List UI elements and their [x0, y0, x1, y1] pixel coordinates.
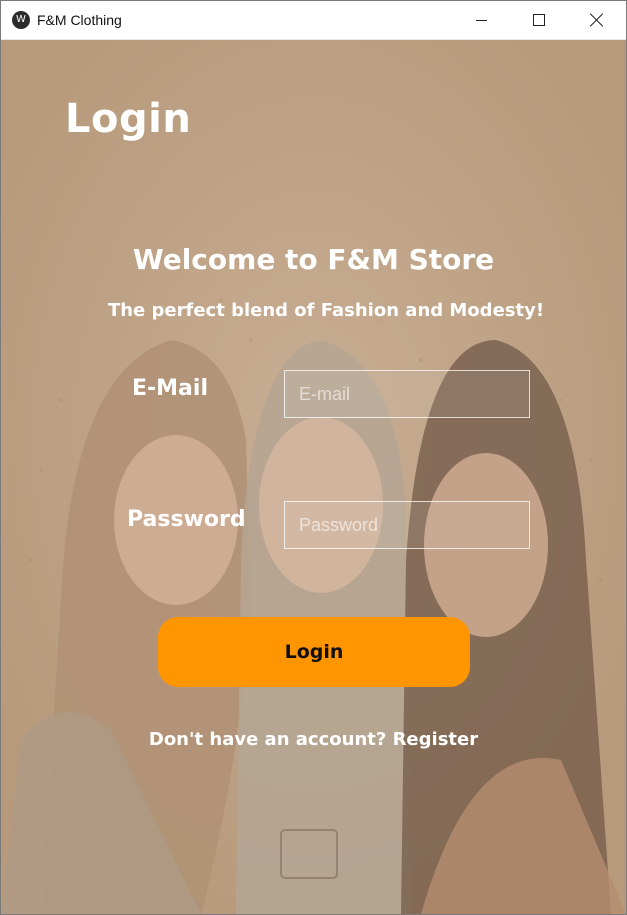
minimize-button[interactable]	[452, 1, 510, 39]
login-button[interactable]: Login	[158, 617, 470, 687]
window-controls	[452, 1, 626, 39]
window-title: F&M Clothing	[37, 12, 122, 28]
password-input[interactable]	[284, 501, 530, 549]
tagline: The perfect blend of Fashion and Modesty…	[107, 300, 545, 321]
app-logo-icon: W	[12, 11, 30, 29]
register-link[interactable]: Don't have an account? Register	[1, 729, 626, 750]
minimize-icon	[475, 19, 487, 21]
login-screen: Login Welcome to F&M Store The perfect b…	[1, 40, 626, 914]
email-input[interactable]	[284, 370, 530, 418]
page-title: Login	[65, 96, 192, 142]
password-label: Password	[127, 507, 246, 532]
close-icon	[590, 13, 604, 27]
maximize-button[interactable]	[510, 1, 568, 39]
email-label: E-Mail	[132, 376, 208, 401]
close-button[interactable]	[568, 1, 626, 39]
app-window: W F&M Clothing Login Welcome to F&M Stor…	[0, 0, 627, 915]
welcome-heading: Welcome to F&M Store	[132, 243, 495, 276]
title-bar[interactable]: W F&M Clothing	[1, 1, 626, 40]
background-illustration	[1, 40, 626, 914]
maximize-icon	[533, 14, 545, 26]
